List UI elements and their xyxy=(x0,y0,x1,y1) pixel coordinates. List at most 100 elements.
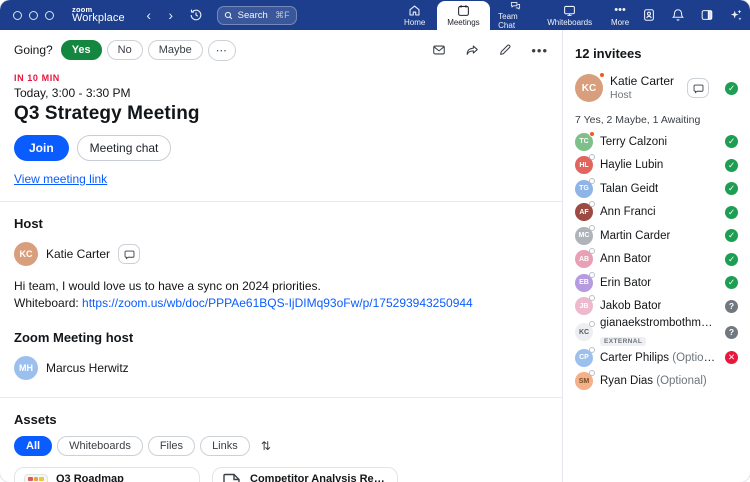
invitee-host-row[interactable]: KC Katie Carter Host xyxy=(575,74,738,102)
optional-label: (Optional) xyxy=(672,352,718,364)
chat-with-host-button[interactable] xyxy=(118,244,140,264)
more-actions-icon[interactable]: ••• xyxy=(531,43,548,58)
filter-links[interactable]: Links xyxy=(200,436,250,456)
history-icon[interactable] xyxy=(189,8,203,22)
rsvp-status-icon xyxy=(725,300,738,313)
rsvp-status-icon xyxy=(725,135,738,148)
email-icon[interactable] xyxy=(432,43,446,57)
presence-dot xyxy=(589,248,595,254)
invitee-row[interactable]: CP Carter Philips (Optional) xyxy=(575,346,738,370)
search-input[interactable]: Search ⌘F xyxy=(217,6,297,25)
filter-all[interactable]: All xyxy=(14,436,52,456)
invitee-name: Talan Geidt xyxy=(600,183,658,195)
invitee-name: Ann Bator xyxy=(600,253,651,265)
invitee-row[interactable]: EB Erin Bator xyxy=(575,271,738,295)
search-icon xyxy=(224,11,233,20)
invitee-name: gianaekstrombothman@... xyxy=(600,317,718,330)
notifications-bell-icon[interactable] xyxy=(671,8,685,22)
window-close-button[interactable] xyxy=(13,11,22,20)
side-panel-toggle-icon[interactable] xyxy=(700,8,714,22)
window-zoom-button[interactable] xyxy=(45,11,54,20)
rsvp-status-icon xyxy=(725,159,738,172)
invitee-name: Erin Bator xyxy=(600,277,651,289)
tab-more[interactable]: ••• More xyxy=(598,0,642,30)
rsvp-status-icon xyxy=(725,276,738,289)
invitee-row[interactable]: TC Terry Calzoni xyxy=(575,130,738,154)
presence-dot xyxy=(589,131,595,137)
invitee-row[interactable]: HL Haylie Lubin xyxy=(575,154,738,178)
chat-bubbles-icon xyxy=(509,0,522,11)
host-person-row: KC Katie Carter xyxy=(14,242,548,266)
asset-card-whiteboard[interactable]: Q3 RoadmapZoom Whiteboard xyxy=(14,467,200,482)
invitee-name: Martin Carder xyxy=(600,230,670,242)
chat-with-invitee-button[interactable] xyxy=(687,78,709,98)
invitee-row[interactable]: AB Ann Bator xyxy=(575,248,738,272)
invitee-row[interactable]: KC gianaekstrombothman@... EXTERNAL xyxy=(575,318,738,346)
invitee-role: Host xyxy=(610,89,674,102)
ai-companion-sparkle-icon[interactable] xyxy=(729,8,743,22)
tab-team-chat[interactable]: Team Chat xyxy=(490,0,541,30)
tab-meetings[interactable]: Meetings xyxy=(437,1,490,30)
window-minimize-button[interactable] xyxy=(29,11,38,20)
filter-whiteboards[interactable]: Whiteboards xyxy=(57,436,143,456)
invitee-list: TC Terry Calzoni HL Haylie Lubin TG Tala… xyxy=(575,130,738,393)
filter-files[interactable]: Files xyxy=(148,436,195,456)
search-shortcut: ⌘F xyxy=(275,10,290,21)
zoom-workplace-logo: zoom Workplace xyxy=(72,6,125,25)
view-meeting-link[interactable]: View meeting link xyxy=(14,172,107,186)
description-line-1: Hi team, I would love us to have a sync … xyxy=(14,278,548,295)
external-badge: EXTERNAL xyxy=(600,337,646,346)
meeting-chat-button[interactable]: Meeting chat xyxy=(77,135,172,161)
primary-tabs: Home Meetings Team Chat Whiteboards ••• … xyxy=(393,0,642,30)
invitees-panel: 12 invitees KC Katie Carter Host 7 Yes, … xyxy=(562,30,750,482)
presence-dot xyxy=(589,295,595,301)
presence-dot xyxy=(589,225,595,231)
presence-dot xyxy=(589,347,595,353)
rsvp-no-button[interactable]: No xyxy=(107,40,143,60)
rsvp-status-icon xyxy=(725,182,738,195)
presence-dot xyxy=(589,178,595,184)
invitee-name: Katie Carter xyxy=(610,74,674,88)
invitee-row[interactable]: JB Jakob Bator xyxy=(575,295,738,319)
invitees-heading: 12 invitees xyxy=(575,46,738,61)
asset-card-pdf-report[interactable]: PDF Competitor Analysis Report.pdf122.04… xyxy=(212,467,398,482)
host-heading: Host xyxy=(14,216,548,231)
section-divider xyxy=(0,201,562,202)
forward-button[interactable]: › xyxy=(163,1,179,29)
edit-pencil-icon[interactable] xyxy=(498,43,512,57)
presence-dot xyxy=(589,321,595,327)
description-line-2: Whiteboard: https://zoom.us/wb/doc/PPPAe… xyxy=(14,295,548,312)
rsvp-status-icon xyxy=(725,229,738,242)
rsvp-yes-button[interactable]: Yes xyxy=(61,40,102,60)
more-dots-icon: ••• xyxy=(614,4,626,17)
sort-icon[interactable]: ⇅ xyxy=(261,439,271,453)
invitee-row[interactable]: MC Martin Carder xyxy=(575,224,738,248)
rsvp-status-icon xyxy=(725,253,738,266)
host-avatar: KC xyxy=(14,242,38,266)
invitee-row[interactable]: SM Ryan Dias (Optional) xyxy=(575,370,738,394)
pdf-file-icon: PDF xyxy=(222,473,242,482)
rsvp-maybe-button[interactable]: Maybe xyxy=(148,40,203,60)
invitee-row[interactable]: AF Ann Franci xyxy=(575,201,738,225)
window-controls[interactable] xyxy=(13,11,54,20)
join-button[interactable]: Join xyxy=(14,135,69,161)
meeting-countdown: IN 10 MIN xyxy=(14,73,548,83)
whiteboard-link[interactable]: https://zoom.us/wb/doc/PPPAe61BQS-IjDIMq… xyxy=(82,296,473,310)
tab-home[interactable]: Home xyxy=(393,0,437,30)
presence-dot xyxy=(599,72,605,78)
invitee-name: Ann Franci xyxy=(600,206,656,218)
top-bar: zoom Workplace ‹ › Search ⌘F Home xyxy=(0,0,750,30)
contacts-icon[interactable] xyxy=(642,8,656,22)
presence-dot xyxy=(589,201,595,207)
invitee-row[interactable]: TG Talan Geidt xyxy=(575,177,738,201)
home-icon xyxy=(408,4,421,17)
whiteboard-thumbnail-icon xyxy=(24,474,48,482)
tab-whiteboards[interactable]: Whiteboards xyxy=(541,0,598,30)
rsvp-status-icon xyxy=(725,206,738,219)
back-button[interactable]: ‹ xyxy=(141,1,157,29)
host-name: Katie Carter xyxy=(46,247,110,261)
invitee-name: Terry Calzoni xyxy=(600,136,667,148)
zoom-host-name: Marcus Herwitz xyxy=(46,361,129,375)
share-forward-icon[interactable] xyxy=(465,43,479,57)
rsvp-more-button[interactable]: ⋯ xyxy=(208,40,236,61)
